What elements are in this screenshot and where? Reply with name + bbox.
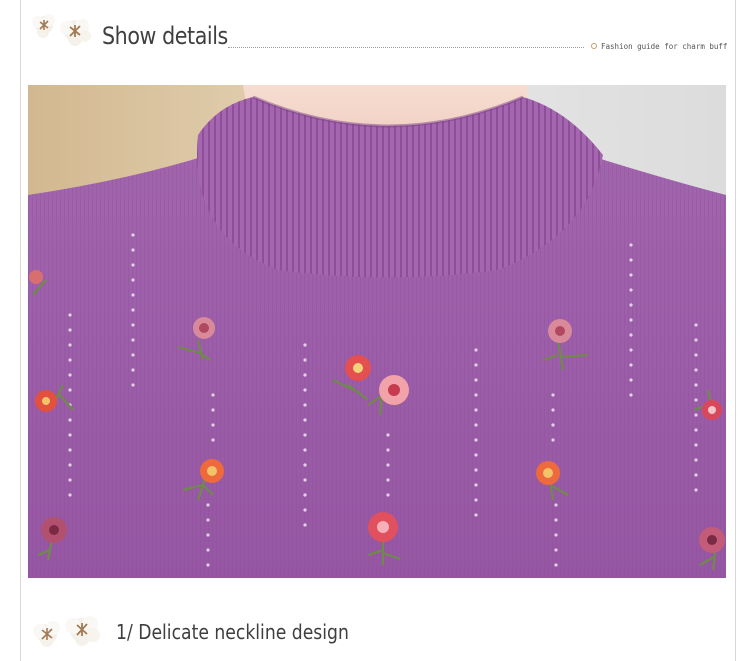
section-header: Show details Fashion guide for charm buf…	[30, 10, 730, 58]
frame-right-border	[735, 0, 736, 661]
guide-dot-icon	[591, 43, 597, 49]
section-label: 1/ Delicate neckline design	[116, 620, 349, 644]
cotton-flower-icon	[33, 616, 100, 647]
sweater-neckline-image	[28, 85, 726, 578]
frame-left-border	[20, 0, 21, 661]
page-title: Show details	[102, 22, 228, 50]
product-photo	[28, 85, 726, 578]
dotted-divider	[228, 47, 584, 48]
cotton-flower-icon	[32, 14, 91, 46]
section-footer: 1/ Delicate neckline design	[30, 606, 730, 656]
guide-caption: Fashion guide for charm buff	[601, 42, 728, 51]
